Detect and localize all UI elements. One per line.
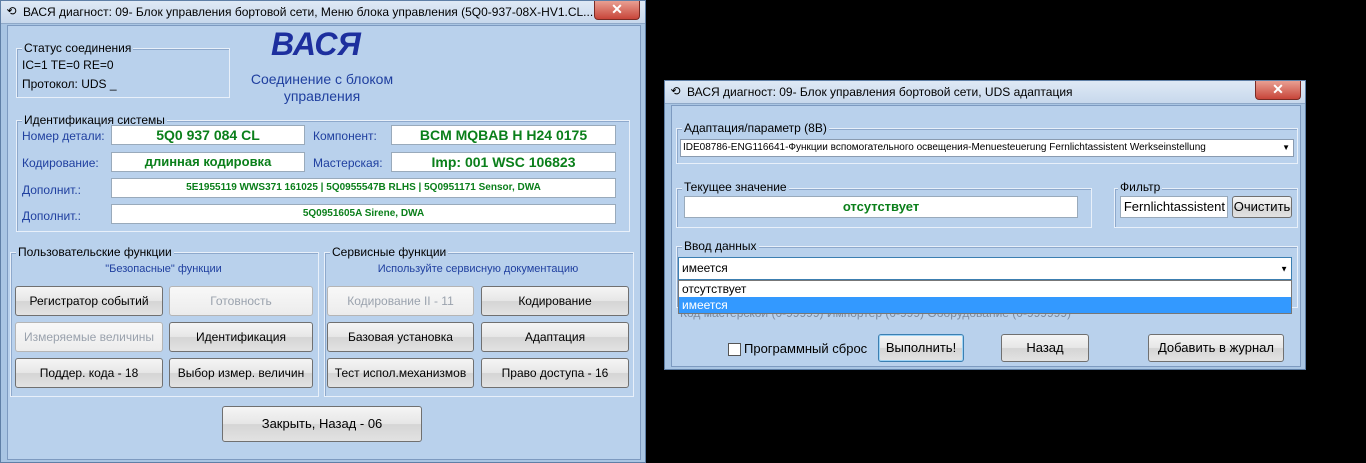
title-bar: ⟲ ВАСЯ диагност: 09- Блок управления бор… (1, 1, 645, 24)
dropdown-option-selected[interactable]: имеется (679, 297, 1291, 313)
execute-button[interactable]: Выполнить! (878, 334, 964, 362)
extra-field-2: 5Q0951605A Sirene, DWA (111, 204, 616, 224)
current-value-label: Текущее значение (682, 180, 789, 194)
adaptation-title-bar: ⟲ ВАСЯ диагност: 09- Блок управления бор… (665, 81, 1305, 104)
current-value-field: отсутствует (684, 196, 1078, 218)
extra-label-2: Дополнит.: (22, 209, 82, 223)
connection-status-label: Статус соединения (22, 41, 134, 55)
back-button[interactable]: Назад (1001, 334, 1089, 362)
dropdown-option[interactable]: отсутствует (679, 281, 1291, 297)
coding-button[interactable]: Кодирование (481, 286, 629, 316)
filter-input[interactable]: Fernlichtassistent (1120, 196, 1228, 218)
event-log-button[interactable]: Регистратор событий (15, 286, 163, 316)
connection-subtitle: Соединение с блоком управления (250, 71, 394, 104)
coding-label: Кодирование: (22, 156, 99, 170)
extra-field-1: 5E1955119 WWS371 161025 | 5Q0955547B RLH… (111, 178, 616, 198)
adaptation-param-value: IDE08786-ENG116641-Функции вспомогательн… (683, 142, 1206, 153)
adaptation-window: ⟲ ВАСЯ диагност: 09- Блок управления бор… (664, 80, 1306, 370)
extra-label-1: Дополнит.: (22, 183, 82, 197)
add-to-log-button[interactable]: Добавить в журнал (1148, 334, 1284, 362)
part-number-label: Номер детали: (22, 129, 105, 143)
close-window-button[interactable]: ✕ (594, 1, 640, 20)
data-input-dropdown: отсутствует имеется (678, 280, 1292, 314)
close-back-button[interactable]: Закрыть, Назад - 06 (222, 406, 422, 442)
component-label: Компонент: (313, 129, 377, 143)
measured-values-button[interactable]: Измеряемые величины (15, 322, 163, 352)
soft-reset-label: Программный сброс (744, 341, 868, 356)
workshop-label: Мастерская: (313, 156, 383, 170)
coding-field: длинная кодировка (111, 152, 305, 172)
output-test-button[interactable]: Тест испол.механизмов (327, 358, 474, 388)
data-input-value: имеется (682, 261, 728, 275)
workshop-field: Imp: 001 WSC 106823 (391, 152, 616, 172)
adaptation-param-select[interactable]: IDE08786-ENG116641-Функции вспомогательн… (680, 139, 1294, 157)
service-functions-label: Сервисные функции (330, 245, 449, 259)
component-field: BCM MQBAB H H24 0175 (391, 125, 616, 145)
status-line-1: IC=1 TE=0 RE=0 (22, 58, 114, 72)
app-logo: ВАСЯ (271, 26, 361, 62)
adaptation-param-label: Адаптация/параметр (8B) (682, 121, 829, 135)
chevron-down-icon: ▼ (1280, 264, 1288, 273)
part-number-field: 5Q0 937 084 CL (111, 125, 305, 145)
close-adaptation-button[interactable]: ✕ (1255, 81, 1301, 100)
adaptation-window-title: ВАСЯ диагност: 09- Блок управления борто… (687, 85, 1073, 99)
status-line-2: Протокол: UDS _ (22, 77, 117, 91)
basic-settings-button[interactable]: Базовая установка (327, 322, 474, 352)
chevron-down-icon: ▼ (1282, 143, 1290, 152)
select-measured-values-button[interactable]: Выбор измер. величин (169, 358, 313, 388)
identification-button[interactable]: Идентификация (169, 322, 313, 352)
main-client-area: Статус соединения IC=1 TE=0 RE=0 Протоко… (7, 25, 641, 460)
main-window: ⟲ ВАСЯ диагност: 09- Блок управления бор… (0, 0, 646, 463)
data-input-select[interactable]: имеется ▼ (678, 257, 1292, 280)
access-rights-button[interactable]: Право доступа - 16 (481, 358, 629, 388)
supported-codes-button[interactable]: Поддер. кода - 18 (15, 358, 163, 388)
filter-label: Фильтр (1118, 180, 1163, 194)
readiness-button[interactable]: Готовность (169, 286, 313, 316)
clear-filter-button[interactable]: Очистить (1232, 196, 1292, 218)
app-icon: ⟲ (6, 4, 17, 18)
service-functions-subtitle: Используйте сервисную документацию (377, 263, 579, 275)
app-icon: ⟲ (670, 84, 681, 98)
window-title: ВАСЯ диагност: 09- Блок управления борто… (23, 5, 594, 19)
user-functions-label: Пользовательские функции (16, 245, 174, 259)
soft-reset-checkbox[interactable] (728, 343, 741, 356)
adaptation-client-area: Адаптация/параметр (8B) IDE08786-ENG1166… (671, 105, 1301, 367)
coding-ii-button[interactable]: Кодирование II - 11 (327, 286, 474, 316)
data-input-label: Ввод данных (682, 239, 759, 253)
user-functions-subtitle: "Безопасные" функции (105, 263, 222, 275)
adaptation-button[interactable]: Адаптация (481, 322, 629, 352)
